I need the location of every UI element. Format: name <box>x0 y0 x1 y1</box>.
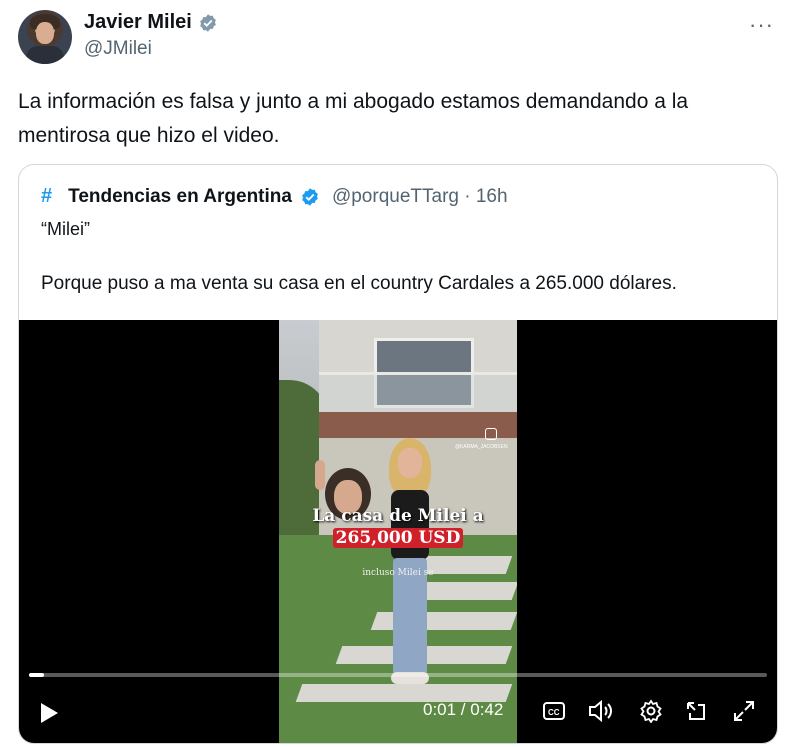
tweet-text: La información es falsa y junto a mi abo… <box>18 90 689 147</box>
svg-text:CC: CC <box>548 708 560 717</box>
play-icon[interactable] <box>39 702 59 724</box>
video-watermark: @KARMA_JACOBSEN <box>455 444 508 450</box>
volume-icon[interactable] <box>588 698 614 724</box>
video-player[interactable]: @KARMA_JACOBSEN La casa de Milei a 265,0… <box>19 320 777 743</box>
hashtag-avatar-icon: # <box>41 185 53 207</box>
quoted-author-name[interactable]: Tendencias en Argentina <box>68 186 292 208</box>
more-icon[interactable]: ··· <box>749 12 774 38</box>
captions-icon[interactable]: CC <box>541 698 567 724</box>
video-time: 0:01 / 0:42 <box>423 700 504 719</box>
quoted-tweet[interactable]: # Tendencias en Argentina @porqueTTarg ·… <box>18 164 778 744</box>
verified-badge-icon <box>200 13 216 32</box>
video-caption-line1: La casa de Milei a <box>312 506 484 526</box>
author-name-row[interactable]: Javier Milei <box>84 11 218 34</box>
share-icon[interactable] <box>683 698 709 724</box>
quoted-header: # Tendencias en Argentina @porqueTTarg ·… <box>41 185 508 208</box>
quoted-title: “Milei” <box>41 219 90 239</box>
author-handle[interactable]: @JMilei <box>84 38 152 60</box>
instagram-icon <box>485 428 497 440</box>
quoted-handle-time[interactable]: @porqueTTarg · 16h <box>332 186 508 208</box>
fullscreen-icon[interactable] <box>731 698 757 724</box>
avatar[interactable] <box>18 10 72 64</box>
quoted-text: Porque puso a ma venta su casa en el cou… <box>41 273 677 294</box>
verified-badge-icon <box>302 187 318 206</box>
video-frame: @KARMA_JACOBSEN La casa de Milei a 265,0… <box>279 320 517 743</box>
video-subtitle: incluso Milei se <box>362 568 434 578</box>
settings-icon[interactable] <box>638 698 664 724</box>
progress-fill <box>29 673 44 677</box>
author-name[interactable]: Javier Milei <box>84 11 192 34</box>
video-controls: 0:01 / 0:42 CC <box>19 694 777 734</box>
video-caption-price: 265,000 USD <box>333 528 463 548</box>
progress-bar[interactable] <box>29 673 767 677</box>
